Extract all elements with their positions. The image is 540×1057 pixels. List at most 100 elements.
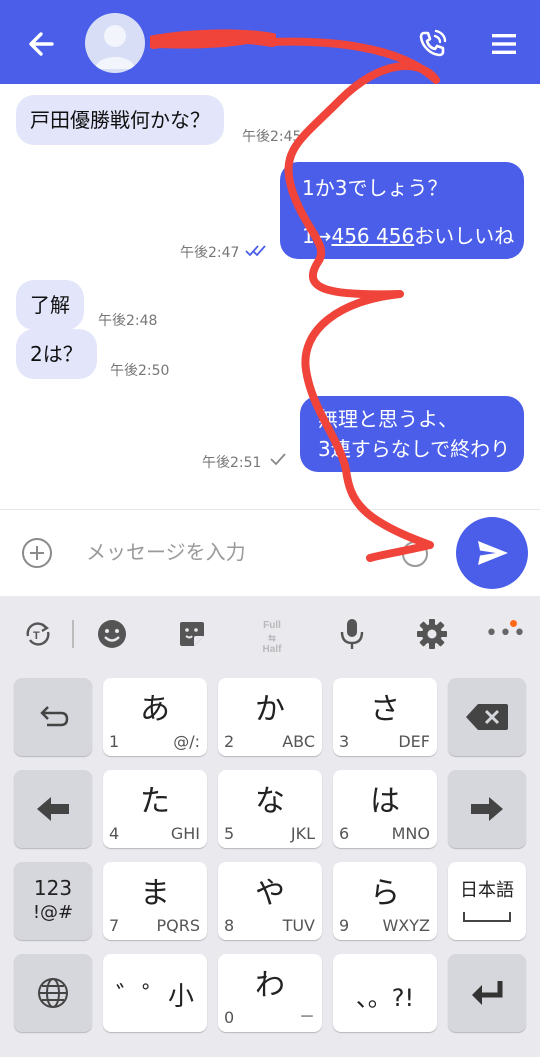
half-label: Half — [262, 644, 282, 655]
more-options-icon[interactable]: ••• — [485, 623, 527, 645]
call-button[interactable] — [412, 24, 452, 64]
punctuation-label: 、。?! — [355, 984, 415, 1012]
key-globe[interactable] — [14, 954, 92, 1032]
menu-button[interactable] — [486, 26, 522, 62]
key-ha[interactable]: は 6 MNO — [333, 770, 437, 848]
svg-text:T: T — [33, 630, 40, 642]
message-line: 1→456 456おいしいね — [294, 222, 514, 250]
key-right[interactable] — [448, 770, 526, 848]
alpha-label: @/: — [173, 732, 200, 751]
message-line: 3連すらなしで終わり — [318, 437, 511, 461]
kana-label: ら — [370, 876, 400, 911]
message-composer — [0, 509, 540, 596]
user-silhouette-icon — [95, 25, 135, 69]
key-ta[interactable]: た 4 GHI — [103, 770, 207, 848]
key-ma[interactable]: ま 7 PQRS — [103, 862, 207, 940]
alpha-label: JKL — [290, 824, 315, 843]
double-check-read-icon — [245, 245, 266, 257]
key-ka[interactable]: か 2 ABC — [218, 678, 322, 756]
hamburger-menu-icon — [492, 34, 516, 54]
message-time: 午後2:50 — [110, 363, 170, 379]
number-label: 8 — [224, 916, 235, 935]
outgoing-message[interactable]: 無理と思うよ、 3連すらなしで終わり — [300, 396, 524, 472]
key-wa[interactable]: わ 0 － — [218, 954, 322, 1032]
send-button[interactable] — [456, 517, 528, 589]
key-enter[interactable] — [448, 954, 526, 1032]
alpha-label: DEF — [398, 732, 430, 751]
kana-label: や — [255, 876, 285, 911]
number-label: 7 — [109, 916, 120, 935]
message-input[interactable] — [86, 532, 386, 572]
key-sa[interactable]: さ 3 DEF — [333, 678, 437, 756]
incoming-message[interactable]: 了解 — [16, 280, 84, 330]
number-label: 3 — [339, 732, 350, 751]
japanese-label: 日本語 — [460, 880, 514, 901]
key-dakuten[interactable]: ゛゜小 — [103, 954, 207, 1032]
kana-label: は — [370, 784, 400, 819]
key-left[interactable] — [14, 770, 92, 848]
keyboard-toolbar: T Full ⇆ Half ••• — [0, 596, 540, 674]
arrow-right-icon — [471, 797, 503, 821]
kana-label: か — [255, 692, 285, 727]
alpha-label: ABC — [282, 732, 315, 751]
message-text: おいしいね — [414, 224, 515, 248]
message-text: 2は？ — [30, 342, 83, 366]
dakuten-label: ゛゜小 — [115, 982, 194, 1012]
key-undo[interactable] — [14, 678, 92, 756]
kana-label: た — [140, 784, 170, 819]
redacted-contact-name — [150, 29, 276, 49]
outgoing-message[interactable]: 1か3でしょう？ 1→456 456おいしいね — [280, 162, 524, 259]
message-list[interactable]: 戸田優勝戦何かな？ 午後2:45 1か3でしょう？ 1→456 456おいしいね… — [0, 84, 540, 509]
key-ra[interactable]: ら 9 WXYZ — [333, 862, 437, 940]
enter-icon — [472, 981, 503, 1005]
incoming-message[interactable]: 戸田優勝戦何かな？ — [16, 95, 224, 145]
key-symbols[interactable]: 123 !@# — [14, 862, 92, 940]
alpha-label: PQRS — [156, 916, 200, 935]
chat-header — [0, 0, 540, 84]
symbols-label-top: 123 — [33, 876, 73, 900]
emoji-toggle-icon[interactable] — [402, 541, 428, 567]
number-label: 2 — [224, 732, 235, 751]
notification-dot — [510, 620, 517, 627]
message-time: 午後2:48 — [98, 313, 158, 329]
message-text: 1→ — [302, 224, 332, 248]
text-conversion-icon[interactable]: T — [20, 616, 56, 652]
emoji-icon[interactable] — [94, 616, 130, 652]
number-label: 6 — [339, 824, 350, 843]
attach-plus-icon[interactable] — [22, 538, 52, 568]
contact-avatar[interactable] — [85, 13, 145, 73]
phone-call-icon — [419, 29, 447, 57]
key-na[interactable]: な 5 JKL — [218, 770, 322, 848]
key-punct[interactable]: 、。?! — [333, 954, 437, 1032]
key-backspace[interactable] — [448, 678, 526, 756]
undo-icon — [40, 706, 69, 727]
full-half-toggle[interactable]: Full ⇆ Half — [252, 620, 292, 656]
swap-arrows-icon: ⇆ — [268, 633, 276, 643]
incoming-message[interactable]: 2は？ — [16, 329, 97, 379]
kana-label: あ — [140, 692, 170, 727]
kana-label: ま — [140, 876, 170, 911]
number-label: 9 — [339, 916, 350, 935]
key-japanese[interactable]: 日本語 — [448, 862, 526, 940]
number-label: 4 — [109, 824, 120, 843]
message-text: 戸田優勝戦何かな？ — [30, 108, 210, 132]
kana-label: さ — [370, 692, 400, 727]
sticker-icon[interactable] — [174, 616, 210, 652]
message-link[interactable]: 456 456 — [331, 224, 414, 248]
message-text: 了解 — [30, 293, 70, 317]
key-a[interactable]: あ 1 @/: — [103, 678, 207, 756]
space-bar-icon — [463, 912, 511, 922]
key-ya[interactable]: や 8 TUV — [218, 862, 322, 940]
number-label: 1 — [109, 732, 120, 751]
message-line: 無理と思うよ、 — [318, 407, 458, 431]
settings-gear-icon[interactable] — [414, 616, 450, 652]
alpha-label: GHI — [170, 824, 200, 843]
alpha-label: MNO — [391, 824, 430, 843]
message-line: 1か3でしょう？ — [302, 176, 448, 200]
microphone-icon[interactable] — [334, 616, 370, 652]
check-sent-icon — [270, 453, 286, 466]
back-button[interactable] — [22, 24, 62, 64]
message-time: 午後2:47 — [180, 245, 240, 261]
number-label: 0 — [224, 1008, 235, 1027]
kana-label: な — [255, 784, 285, 819]
